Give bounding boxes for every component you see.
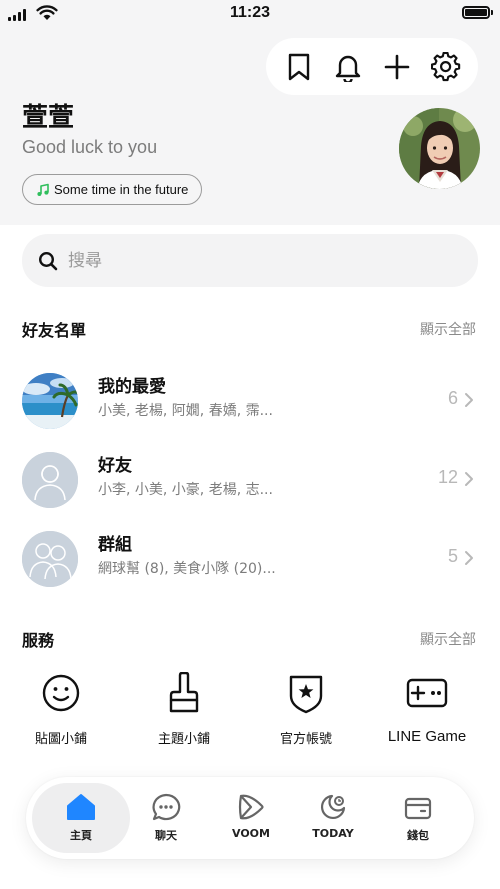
tab-today[interactable]: TODAY	[291, 783, 375, 853]
today-icon	[320, 794, 346, 820]
groups-title: 群組	[98, 535, 132, 555]
sticker-shop-label: 貼圖小鋪	[34, 732, 87, 747]
friends-show-all-link[interactable]: 顯示全部	[420, 319, 476, 339]
services-show-all-link[interactable]: 顯示全部	[420, 629, 476, 649]
tab-voom[interactable]: VOOM	[209, 783, 293, 853]
profile-music-button[interactable]: Some time in the future	[22, 174, 203, 205]
tab-wallet-label: 錢包	[407, 829, 429, 842]
tab-chat-label: 聊天	[155, 829, 177, 842]
tab-voom-label: VOOM	[232, 827, 270, 840]
tab-home-label: 主頁	[70, 829, 92, 842]
theme-shop-label: 主題小鋪	[157, 732, 210, 747]
tab-wallet[interactable]: 錢包	[376, 783, 460, 853]
friends-row[interactable]: 好友 小李, 小美, 小豪, 老楊, 志... 12	[0, 445, 500, 517]
bottom-tab-bar: 主頁 聊天 VOOM TODAY 錢包	[26, 777, 474, 859]
friends-count: 12	[437, 467, 458, 487]
battery-icon	[462, 6, 493, 19]
profile-status-message[interactable]: Good luck to you	[22, 137, 157, 158]
search-input[interactable]	[68, 250, 428, 271]
gamepad-icon	[406, 678, 448, 708]
home-icon	[67, 794, 95, 820]
official-accounts-button[interactable]: 官方帳號	[246, 670, 366, 747]
favorites-avatar	[22, 373, 78, 429]
tab-home[interactable]: 主頁	[32, 783, 130, 853]
status-time: 11:23	[229, 4, 271, 21]
groups-list: 網球幫 (8), 美食小隊 (20)...	[98, 561, 276, 577]
chat-icon	[152, 793, 181, 821]
chevron-right-icon	[465, 472, 473, 486]
brush-icon	[169, 672, 199, 713]
gear-icon[interactable]	[426, 47, 466, 87]
wallet-icon	[404, 797, 432, 820]
friends-avatar	[22, 452, 78, 508]
favorites-row[interactable]: 我的最愛 小美, 老楊, 阿嫺, 春嬌, 霈... 6	[0, 366, 500, 438]
favorites-members: 小美, 老楊, 阿嫺, 春嬌, 霈...	[98, 403, 273, 419]
voom-icon	[238, 794, 264, 820]
line-game-button[interactable]: LINE Game	[367, 670, 487, 745]
smiley-icon	[42, 674, 80, 712]
chevron-right-icon	[465, 393, 473, 407]
tab-today-label: TODAY	[312, 827, 354, 840]
services-section-title: 服務	[22, 631, 55, 650]
friends-members: 小李, 小美, 小豪, 老楊, 志...	[98, 482, 273, 498]
favorites-title: 我的最愛	[98, 377, 166, 397]
groups-count: 5	[447, 546, 458, 566]
profile-music-label: Some time in the future	[54, 182, 189, 197]
favorites-count: 6	[447, 388, 458, 408]
services-grid: 貼圖小鋪 主題小鋪 官方帳號 LINE Game	[0, 670, 500, 750]
music-note-icon	[37, 183, 49, 196]
chevron-right-icon	[465, 551, 473, 565]
friends-section-title: 好友名單	[22, 321, 87, 340]
friends-title: 好友	[98, 456, 132, 476]
plus-icon[interactable]	[377, 47, 417, 87]
groups-avatar	[22, 531, 78, 587]
sticker-shop-button[interactable]: 貼圖小鋪	[1, 670, 121, 747]
search-icon	[38, 251, 58, 270]
profile-name[interactable]: 萱萱	[22, 97, 74, 134]
status-bar: 11:23	[0, 0, 500, 30]
bell-icon[interactable]	[328, 47, 368, 87]
search-bar[interactable]	[22, 234, 478, 287]
profile-avatar[interactable]	[399, 108, 480, 189]
line-game-label: LINE Game	[387, 728, 467, 745]
official-accounts-label: 官方帳號	[279, 732, 332, 747]
header-toolbar	[266, 38, 478, 95]
shield-star-icon	[289, 675, 323, 714]
tab-chat[interactable]: 聊天	[124, 783, 208, 853]
bookmark-icon[interactable]	[279, 47, 319, 87]
groups-row[interactable]: 群組 網球幫 (8), 美食小隊 (20)... 5	[0, 524, 500, 596]
theme-shop-button[interactable]: 主題小鋪	[124, 670, 244, 747]
